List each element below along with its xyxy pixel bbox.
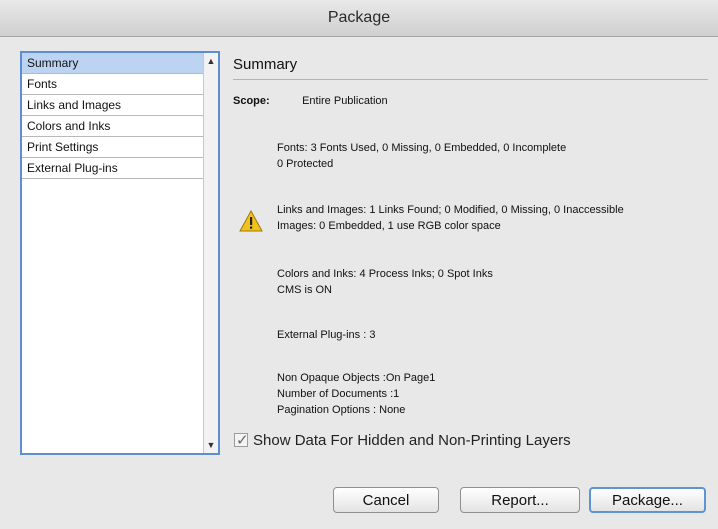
sidebar-item-colors-and-inks[interactable]: Colors and Inks xyxy=(22,116,204,137)
scroll-up-arrow-icon[interactable]: ▲ xyxy=(206,55,216,67)
misc-summary: Non Opaque Objects :On Page1 Number of D… xyxy=(277,370,435,418)
colors-line-2: CMS is ON xyxy=(277,284,332,296)
package-button[interactable]: Package... xyxy=(589,487,706,513)
sidebar-list[interactable]: Summary Fonts Links and Images Colors an… xyxy=(20,51,220,455)
colors-line-1: Colors and Inks: 4 Process Inks; 0 Spot … xyxy=(277,268,493,280)
scope-value: Entire Publication xyxy=(302,95,388,107)
report-button[interactable]: Report... xyxy=(460,487,580,513)
sidebar-item-links-and-images[interactable]: Links and Images xyxy=(22,95,204,116)
links-line-1: Links and Images: 1 Links Found; 0 Modif… xyxy=(277,204,624,216)
misc-line-3: Pagination Options : None xyxy=(277,404,406,416)
sidebar-item-fonts[interactable]: Fonts xyxy=(22,74,204,95)
sidebar-scrollbar[interactable]: ▲ ▼ xyxy=(203,53,218,453)
checkbox-label: Show Data For Hidden and Non-Printing La… xyxy=(253,432,571,449)
links-line-2: Images: 0 Embedded, 1 use RGB color spac… xyxy=(277,220,501,232)
colors-summary: Colors and Inks: 4 Process Inks; 0 Spot … xyxy=(277,266,493,298)
nav-list: Summary Fonts Links and Images Colors an… xyxy=(22,53,204,179)
scope-label: Scope: xyxy=(233,95,270,107)
window-title: Package xyxy=(0,0,718,37)
warning-triangle-icon xyxy=(239,210,263,232)
checkmark-icon: ✓ xyxy=(236,432,249,449)
fonts-line-2: 0 Protected xyxy=(277,158,334,170)
fonts-summary: Fonts: 3 Fonts Used, 0 Missing, 0 Embedd… xyxy=(277,140,566,172)
links-summary: Links and Images: 1 Links Found; 0 Modif… xyxy=(239,202,624,234)
sidebar-item-print-settings[interactable]: Print Settings xyxy=(22,137,204,158)
fonts-line-1: Fonts: 3 Fonts Used, 0 Missing, 0 Embedd… xyxy=(277,142,567,154)
summary-panel: Summary Scope: Entire Publication Fonts:… xyxy=(233,54,708,416)
sidebar-item-external-plugins[interactable]: External Plug-ins xyxy=(22,158,204,179)
misc-line-1: Non Opaque Objects :On Page1 xyxy=(277,372,436,384)
plugins-summary: External Plug-ins : 3 xyxy=(277,327,375,343)
section-title: Summary xyxy=(233,54,708,80)
checkbox-box[interactable]: ✓ xyxy=(234,432,249,449)
misc-line-2: Number of Documents :1 xyxy=(277,388,400,400)
show-hidden-layers-checkbox[interactable]: ✓ Show Data For Hidden and Non-Printing L… xyxy=(234,432,571,449)
scroll-down-arrow-icon[interactable]: ▼ xyxy=(206,439,216,451)
scope-row: Scope: Entire Publication xyxy=(233,95,388,107)
cancel-button[interactable]: Cancel xyxy=(333,487,439,513)
sidebar-item-summary[interactable]: Summary xyxy=(22,53,204,74)
plugins-line-1: External Plug-ins : 3 xyxy=(277,329,376,341)
